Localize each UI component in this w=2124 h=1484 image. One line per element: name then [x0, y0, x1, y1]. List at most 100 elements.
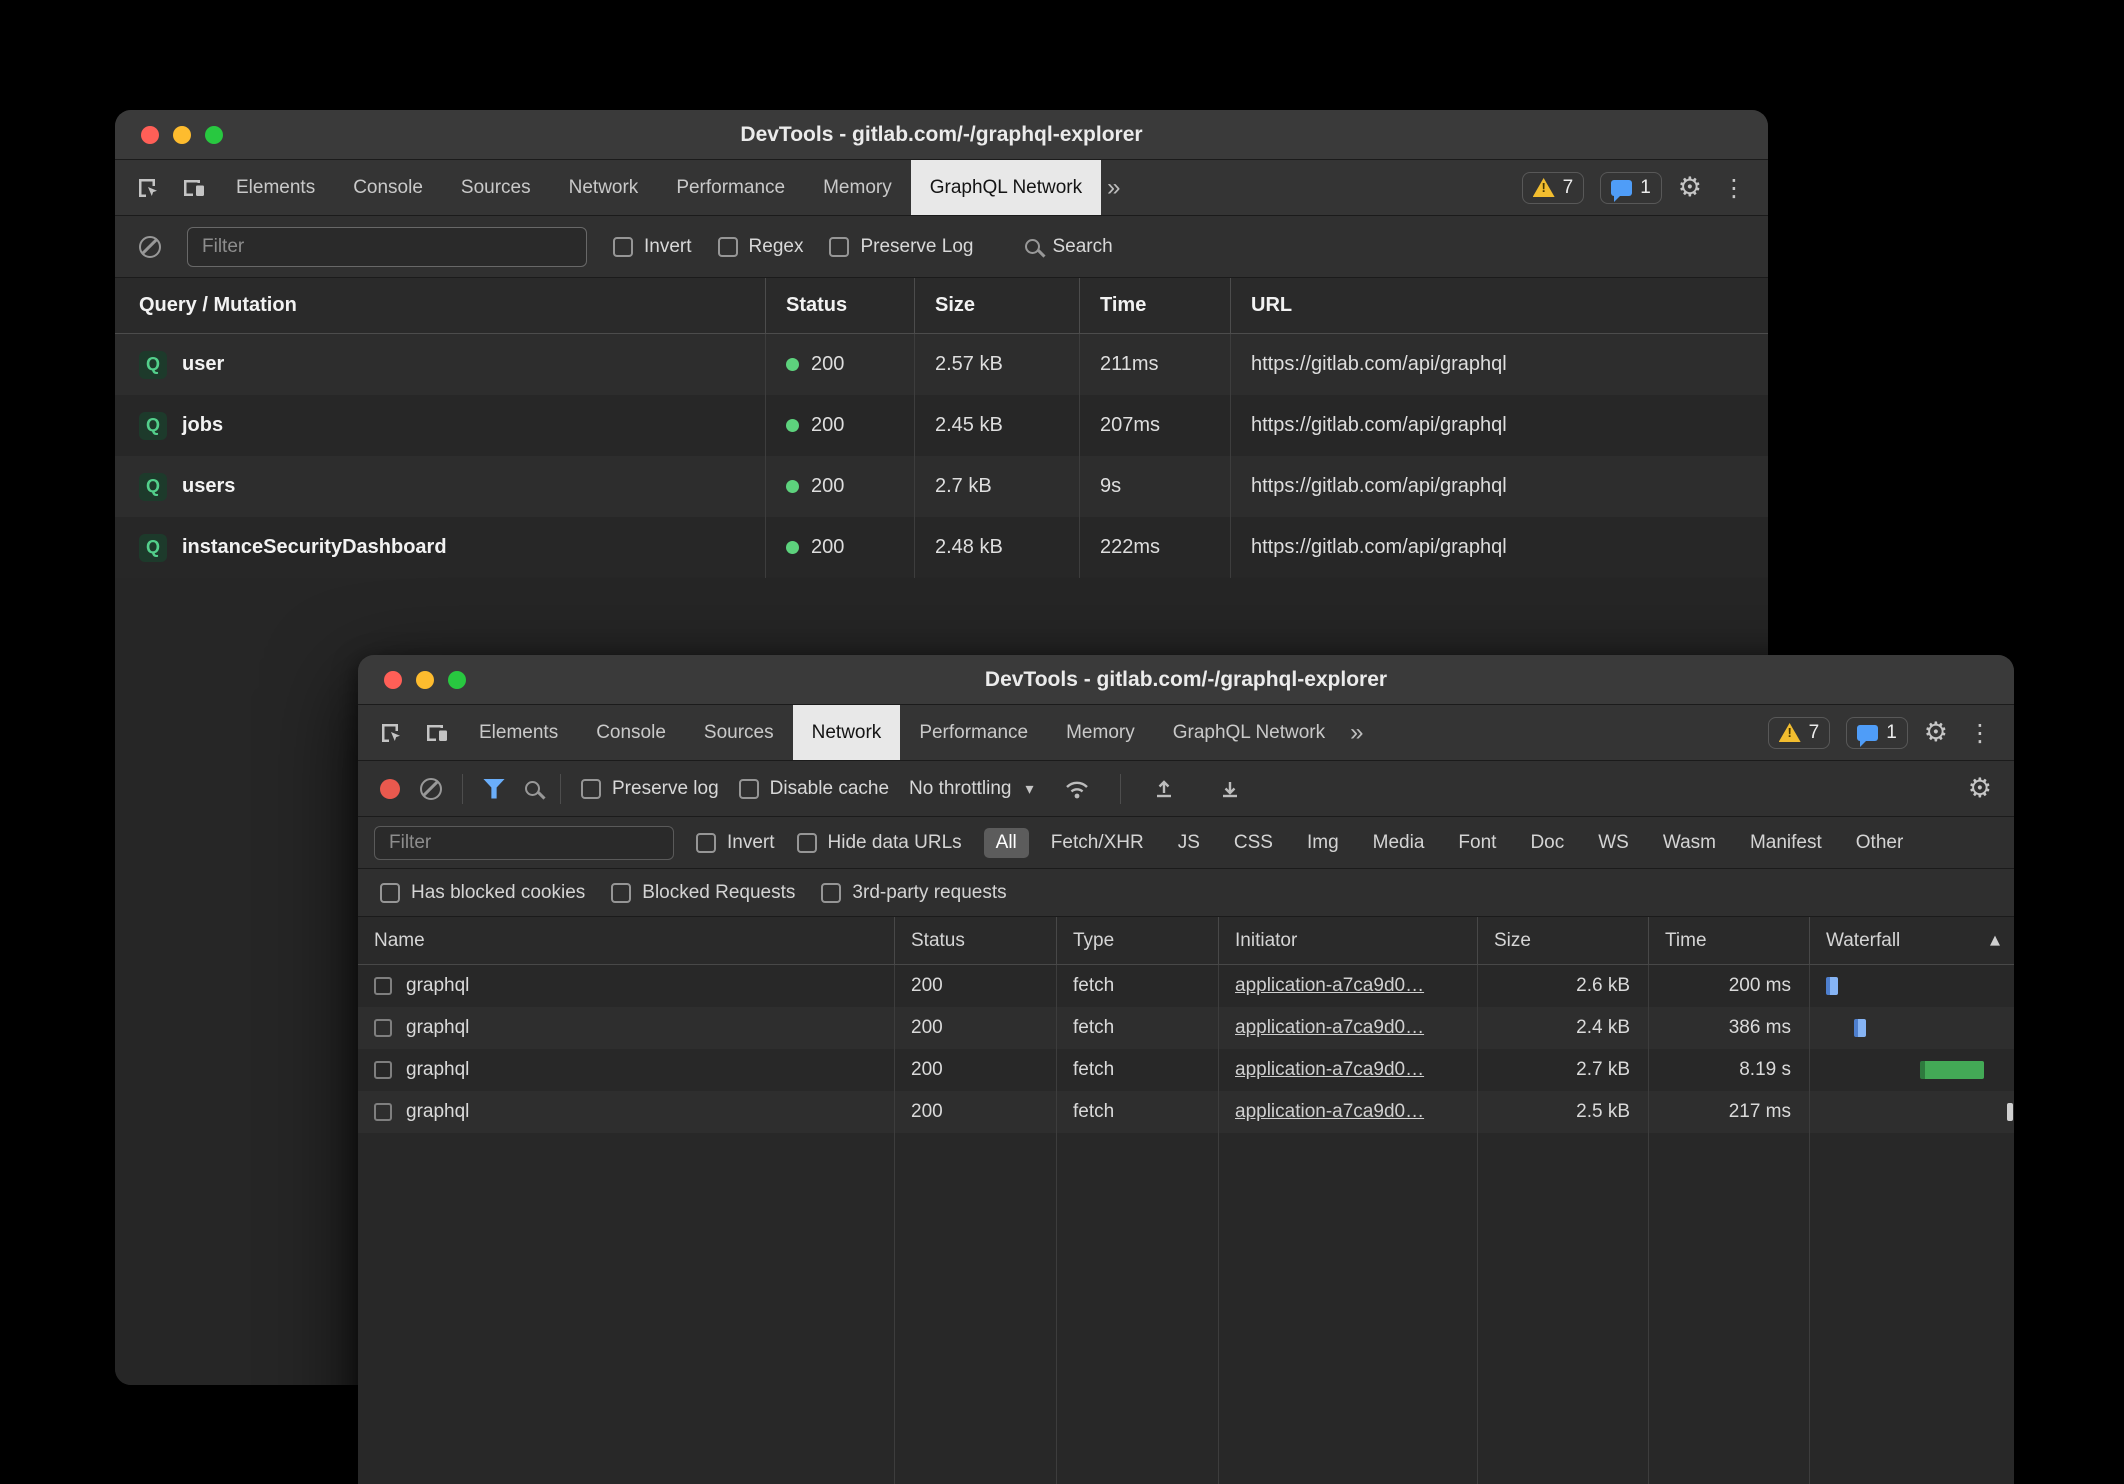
clear-icon[interactable]	[420, 778, 442, 800]
query-badge: Q	[139, 412, 167, 440]
zoom-window-button[interactable]	[448, 671, 466, 689]
filter-icon[interactable]	[483, 779, 505, 799]
type-cell: fetch	[1056, 1049, 1218, 1091]
column-header-size[interactable]: Size	[1477, 917, 1648, 964]
device-toolbar-icon[interactable]	[171, 160, 217, 215]
blocked-requests-checkbox[interactable]: Blocked Requests	[611, 882, 795, 904]
request-row[interactable]: graphql 200 fetch application-a7ca9d0… 2…	[358, 1049, 2014, 1091]
tab-network[interactable]: Network	[793, 705, 901, 760]
initiator-link[interactable]: application-a7ca9d0…	[1235, 1101, 1424, 1123]
tab-graphql-network[interactable]: GraphQL Network	[1154, 705, 1344, 760]
request-row[interactable]: graphql 200 fetch application-a7ca9d0… 2…	[358, 1091, 2014, 1133]
titlebar[interactable]: DevTools - gitlab.com/-/graphql-explorer	[115, 110, 1768, 160]
warnings-badge[interactable]: 7	[1522, 172, 1585, 204]
type-filter-other[interactable]: Other	[1844, 828, 1916, 858]
request-name: graphql	[406, 1017, 469, 1039]
status-text: 200	[811, 414, 844, 437]
inspect-icon[interactable]	[125, 160, 171, 215]
import-har-icon[interactable]	[1141, 778, 1187, 800]
tab-sources[interactable]: Sources	[685, 705, 793, 760]
type-filter-fetch-xhr[interactable]: Fetch/XHR	[1039, 828, 1156, 858]
type-filter-media[interactable]: Media	[1361, 828, 1437, 858]
tab-graphql-network[interactable]: GraphQL Network	[911, 160, 1101, 215]
type-filter-doc[interactable]: Doc	[1518, 828, 1576, 858]
invert-checkbox[interactable]: Invert	[613, 236, 692, 258]
minimize-window-button[interactable]	[416, 671, 434, 689]
network-settings-gear-icon[interactable]: ⚙	[1968, 773, 1992, 804]
search-control[interactable]: Search	[1025, 236, 1112, 258]
initiator-link[interactable]: application-a7ca9d0…	[1235, 975, 1424, 997]
clear-icon[interactable]	[139, 236, 161, 258]
row-checkbox[interactable]	[374, 1061, 392, 1079]
type-filter-all[interactable]: All	[984, 828, 1029, 858]
filter-input[interactable]	[374, 826, 674, 860]
column-header-waterfall[interactable]: Waterfall ▲	[1809, 917, 2014, 964]
table-row[interactable]: Q users 200 2.7 kB 9s https://gitlab.com…	[115, 456, 1768, 517]
tab-console[interactable]: Console	[334, 160, 442, 215]
sort-asc-icon[interactable]: ▲	[1990, 933, 2000, 948]
titlebar[interactable]: DevTools - gitlab.com/-/graphql-explorer	[358, 655, 2014, 705]
minimize-window-button[interactable]	[173, 126, 191, 144]
preserve-log-checkbox[interactable]: Preserve Log	[829, 236, 973, 258]
tab-performance[interactable]: Performance	[657, 160, 804, 215]
tab-memory[interactable]: Memory	[804, 160, 911, 215]
throttling-dropdown[interactable]: No throttling ▾	[909, 778, 1033, 800]
column-header-status[interactable]: Status	[894, 917, 1056, 964]
preserve-log-checkbox[interactable]: Preserve log	[581, 778, 719, 800]
type-filter-wasm[interactable]: Wasm	[1651, 828, 1728, 858]
type-filter-manifest[interactable]: Manifest	[1738, 828, 1834, 858]
tab-memory[interactable]: Memory	[1047, 705, 1154, 760]
device-toolbar-icon[interactable]	[414, 705, 460, 760]
tab-console[interactable]: Console	[577, 705, 685, 760]
more-tabs-icon[interactable]: »	[1344, 705, 1369, 760]
table-row[interactable]: Q instanceSecurityDashboard 200 2.48 kB …	[115, 517, 1768, 578]
invert-checkbox[interactable]: Invert	[696, 832, 775, 854]
network-conditions-icon[interactable]	[1054, 778, 1100, 800]
issues-badge[interactable]: 1	[1846, 717, 1908, 749]
column-header-time[interactable]: Time	[1648, 917, 1809, 964]
request-row[interactable]: graphql 200 fetch application-a7ca9d0… 2…	[358, 965, 2014, 1007]
regex-checkbox[interactable]: Regex	[718, 236, 804, 258]
has-blocked-cookies-checkbox[interactable]: Has blocked cookies	[380, 882, 585, 904]
column-header-type[interactable]: Type	[1056, 917, 1218, 964]
tab-elements[interactable]: Elements	[460, 705, 577, 760]
type-filter-img[interactable]: Img	[1295, 828, 1351, 858]
type-filter-ws[interactable]: WS	[1586, 828, 1641, 858]
tab-elements[interactable]: Elements	[217, 160, 334, 215]
row-checkbox[interactable]	[374, 1103, 392, 1121]
column-header-name[interactable]: Name	[358, 917, 894, 964]
issues-badge[interactable]: 1	[1600, 172, 1662, 204]
table-row[interactable]: Q jobs 200 2.45 kB 207ms https://gitlab.…	[115, 395, 1768, 456]
search-icon[interactable]	[525, 781, 540, 796]
type-filter-font[interactable]: Font	[1446, 828, 1508, 858]
disable-cache-checkbox[interactable]: Disable cache	[739, 778, 889, 800]
more-tabs-icon[interactable]: »	[1101, 160, 1126, 215]
initiator-link[interactable]: application-a7ca9d0…	[1235, 1059, 1424, 1081]
request-row[interactable]: graphql 200 fetch application-a7ca9d0… 2…	[358, 1007, 2014, 1049]
type-filter-js[interactable]: JS	[1166, 828, 1212, 858]
type-filter-css[interactable]: CSS	[1222, 828, 1285, 858]
tab-performance[interactable]: Performance	[900, 705, 1047, 760]
inspect-icon[interactable]	[368, 705, 414, 760]
kebab-menu-icon[interactable]: ⋮	[1964, 719, 1996, 747]
close-window-button[interactable]	[384, 671, 402, 689]
third-party-requests-checkbox[interactable]: 3rd-party requests	[821, 882, 1006, 904]
record-icon[interactable]	[380, 779, 400, 799]
column-header-initiator[interactable]: Initiator	[1218, 917, 1477, 964]
kebab-menu-icon[interactable]: ⋮	[1718, 174, 1750, 202]
row-checkbox[interactable]	[374, 977, 392, 995]
export-har-icon[interactable]	[1207, 778, 1253, 800]
table-row[interactable]: Q user 200 2.57 kB 211ms https://gitlab.…	[115, 334, 1768, 395]
waterfall-bar	[1854, 1019, 1866, 1037]
filter-input[interactable]	[187, 227, 587, 267]
settings-gear-icon[interactable]: ⚙	[1678, 172, 1702, 203]
tab-network[interactable]: Network	[550, 160, 658, 215]
settings-gear-icon[interactable]: ⚙	[1924, 717, 1948, 748]
zoom-window-button[interactable]	[205, 126, 223, 144]
warnings-badge[interactable]: 7	[1768, 717, 1831, 749]
hide-data-urls-checkbox[interactable]: Hide data URLs	[797, 832, 962, 854]
close-window-button[interactable]	[141, 126, 159, 144]
tab-sources[interactable]: Sources	[442, 160, 550, 215]
initiator-link[interactable]: application-a7ca9d0…	[1235, 1017, 1424, 1039]
row-checkbox[interactable]	[374, 1019, 392, 1037]
